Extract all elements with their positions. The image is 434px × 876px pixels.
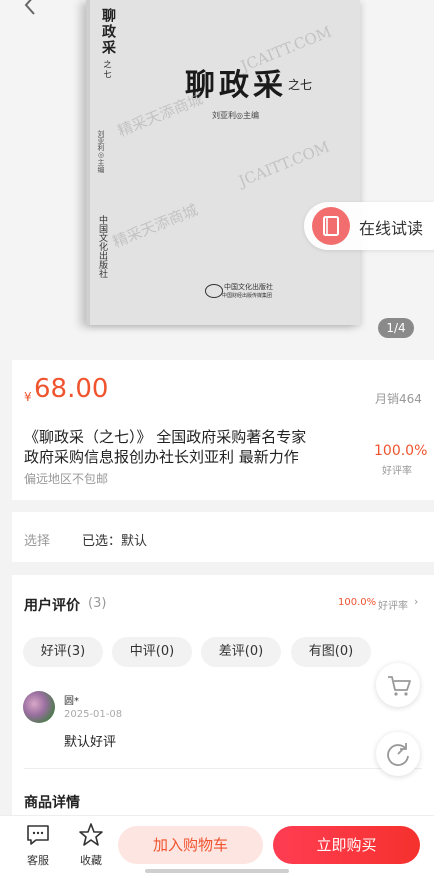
product-title-line-2: 政府采购信息报创办社长刘亚利 最新力作 xyxy=(24,448,299,466)
positive-rate-label: 好评率 xyxy=(382,466,412,477)
buy-now-button[interactable]: 立即购买 xyxy=(273,826,420,864)
positive-rate-value: 100.0% xyxy=(374,443,428,459)
service-label: 客服 xyxy=(27,854,49,867)
favorite-label: 收藏 xyxy=(80,854,102,867)
trial-read-button[interactable]: 在线试读 xyxy=(304,202,434,250)
floating-cart-button[interactable] xyxy=(376,663,420,707)
review-text: 默认好评 xyxy=(64,735,117,750)
filter-chip-negative[interactable]: 差评(0) xyxy=(201,637,281,667)
spec-selected-value: 已选：默认 xyxy=(82,534,148,549)
chevron-right-icon[interactable]: › xyxy=(414,595,418,608)
trial-read-label: 在线试读 xyxy=(359,219,424,238)
star-icon xyxy=(79,823,103,846)
filter-chip-neutral[interactable]: 中评(0) xyxy=(112,637,192,667)
reviews-title: 用户评价 xyxy=(24,598,80,614)
book-icon xyxy=(312,207,350,245)
spec-select-label: 选择 xyxy=(24,534,51,549)
filter-chip-positive[interactable]: 好评(3) xyxy=(23,637,103,667)
book-cover-image: 聊政采 之七 聊政采 之七 刘亚利◎主编 刘亚利◎主编 中国文化出版社 中国文化… xyxy=(86,0,360,325)
floating-refresh-button[interactable] xyxy=(376,732,420,776)
publisher-logo xyxy=(205,284,223,298)
product-title-line-1: 《聊政采（之七）》 全国政府采购著名专家 xyxy=(24,428,307,446)
cart-icon xyxy=(388,676,411,696)
chat-icon xyxy=(27,825,49,845)
add-to-cart-button[interactable]: 加入购物车 xyxy=(118,826,263,864)
avatar xyxy=(23,691,55,723)
publisher-name: 中国文化出版社 xyxy=(224,283,273,291)
book-spine-editor: 刘亚利◎主编 xyxy=(97,130,105,173)
home-indicator xyxy=(145,869,289,873)
bottom-action-bar: 客服 收藏 加入购物车 立即购买 xyxy=(0,815,434,876)
book-subtitle: 之七 xyxy=(288,78,313,92)
product-details-title: 商品详情 xyxy=(24,795,80,811)
refresh-icon xyxy=(387,743,409,766)
spec-select-row[interactable]: 选择 已选：默认 xyxy=(12,512,434,562)
book-spine-subtitle: 之七 xyxy=(103,60,112,80)
publisher-group-name: 中国财经出版传媒集团 xyxy=(222,293,273,299)
product-info-card: ¥ 68.00 月销464 《聊政采（之七）》 全国政府采购著名专家 政府采购信… xyxy=(12,360,434,500)
back-icon[interactable] xyxy=(20,0,42,16)
reviews-rate[interactable]: 100.0% xyxy=(338,597,376,608)
currency-symbol: ¥ xyxy=(24,390,32,404)
book-spine-title: 聊政采 xyxy=(100,8,116,56)
image-pager: 1/4 xyxy=(378,318,414,338)
monthly-sales: 月销464 xyxy=(375,392,422,406)
product-price: 68.00 xyxy=(34,374,109,404)
filter-chip-with-image[interactable]: 有图(0) xyxy=(291,637,371,667)
review-date: 2025-01-08 xyxy=(64,709,123,720)
reviews-rate-label[interactable]: 好评率 xyxy=(378,597,408,612)
review-user: 圆* xyxy=(64,696,79,707)
shipping-note: 偏远地区不包邮 xyxy=(24,472,109,486)
reviews-count: (3) xyxy=(88,596,107,611)
book-editor: 刘亚利◎主编 xyxy=(212,111,259,120)
book-spine-publisher: 中国文化出版社 xyxy=(97,215,107,278)
favorite-button[interactable]: 收藏 xyxy=(75,822,107,868)
service-button[interactable]: 客服 xyxy=(22,822,54,868)
product-gallery[interactable]: 聊政采 之七 聊政采 之七 刘亚利◎主编 刘亚利◎主编 中国文化出版社 中国文化… xyxy=(0,0,434,360)
divider xyxy=(24,768,422,769)
